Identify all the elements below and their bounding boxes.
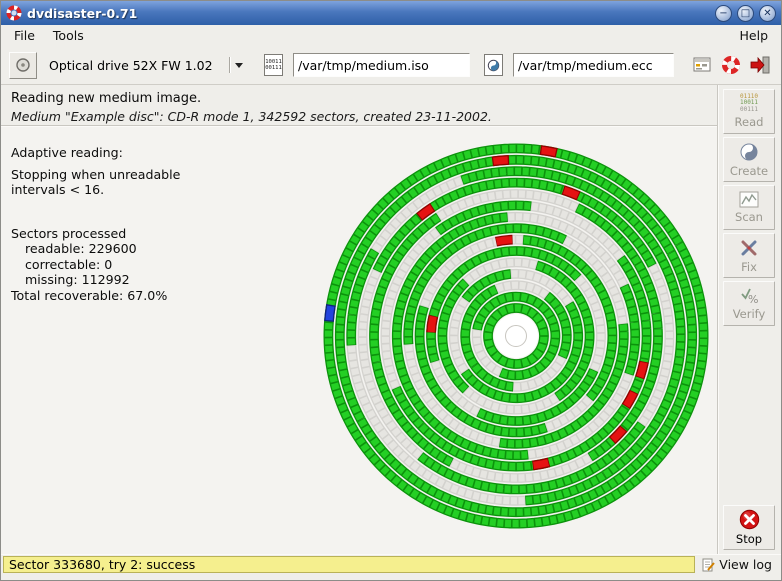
fix-button[interactable]: Fix xyxy=(723,233,775,278)
read-label: Read xyxy=(734,115,764,130)
view-log-button[interactable]: View log xyxy=(697,555,781,574)
drive-button[interactable] xyxy=(9,51,37,79)
verify-button[interactable]: % Verify xyxy=(723,281,775,326)
dvdisaster-window: dvdisaster-0.71 − □ ✕ File Tools Help Op… xyxy=(0,0,782,581)
create-button[interactable]: Create xyxy=(723,137,775,182)
scan-icon xyxy=(739,191,759,208)
image-file-icon: 10011 00111 xyxy=(264,54,283,76)
view-log-icon xyxy=(702,558,716,571)
scan-button[interactable]: Scan xyxy=(723,185,775,230)
ecc-file-icon xyxy=(484,54,503,76)
preferences-icon xyxy=(693,57,711,72)
statusbar: Sector 333680, try 2: success View log xyxy=(1,554,781,574)
close-button[interactable]: ✕ xyxy=(759,4,776,22)
menu-help[interactable]: Help xyxy=(731,26,778,45)
menubar: File Tools Help xyxy=(1,25,781,46)
sectors-heading: Sectors processed xyxy=(11,225,127,241)
image-file-icon-bits-2: 00111 xyxy=(265,65,282,71)
create-icon xyxy=(740,143,758,160)
view-log-label: View log xyxy=(719,557,772,572)
sectors-missing: missing: 112992 xyxy=(25,272,130,287)
chevron-down-icon xyxy=(235,62,243,68)
sectors-readable: readable: 229600 xyxy=(25,241,137,256)
svg-text:%: % xyxy=(748,293,758,305)
preferences-button[interactable] xyxy=(689,51,715,79)
image-file-button[interactable]: 10011 00111 xyxy=(260,51,287,80)
action-sidebar: 01110 10011 00111 Read Create Scan Fix %… xyxy=(722,89,776,550)
status-line-1: Reading new medium image. xyxy=(11,91,202,106)
titlebar[interactable]: dvdisaster-0.71 − □ ✕ xyxy=(1,1,781,25)
status-bar-message: Sector 333680, try 2: success xyxy=(3,556,696,573)
verify-label: Verify xyxy=(732,307,766,321)
stop-button[interactable]: Stop xyxy=(723,505,775,550)
status-line-2: Medium "Example disc": CD-R mode 1, 3425… xyxy=(11,109,492,124)
ecc-path-input[interactable] xyxy=(513,53,674,77)
status-messages: Reading new medium image. Medium "Exampl… xyxy=(1,85,717,124)
stopping-line-2: intervals < 16. xyxy=(11,182,105,197)
stop-icon xyxy=(739,509,759,530)
help-button[interactable] xyxy=(718,51,744,79)
vertical-separator xyxy=(717,85,719,554)
maximize-button[interactable]: □ xyxy=(737,4,754,22)
sectors-correctable: correctable: 0 xyxy=(25,256,113,272)
fix-icon xyxy=(741,240,757,255)
adaptive-heading: Adaptive reading: xyxy=(11,145,123,160)
exit-icon xyxy=(750,56,770,74)
stop-label: Stop xyxy=(735,532,763,546)
combo-separator xyxy=(229,57,230,73)
stopping-line-1: Stopping when unreadable xyxy=(11,166,181,182)
main-area: Adaptive reading: Stopping when unreadab… xyxy=(1,127,717,554)
reading-info-panel: Adaptive reading: Stopping when unreadab… xyxy=(11,145,180,303)
drive-icon xyxy=(16,58,30,72)
quit-button[interactable] xyxy=(747,51,773,79)
ecc-file-button[interactable] xyxy=(480,51,507,80)
scan-label: Scan xyxy=(735,210,763,224)
menu-file[interactable]: File xyxy=(5,26,44,45)
drive-select[interactable]: Optical drive 52X FW 1.02 xyxy=(42,52,250,78)
minimize-button[interactable]: − xyxy=(715,4,732,22)
verify-icon: % xyxy=(741,288,758,305)
menu-tools[interactable]: Tools xyxy=(44,26,93,45)
fix-label: Fix xyxy=(741,259,757,274)
window-title: dvdisaster-0.71 xyxy=(27,5,138,21)
toolbar: Optical drive 52X FW 1.02 10011 00111 xyxy=(1,46,781,85)
lifebuoy-icon xyxy=(722,56,740,74)
read-button[interactable]: 01110 10011 00111 Read xyxy=(723,89,775,134)
read-icon: 01110 10011 00111 xyxy=(739,93,759,114)
total-recoverable: Total recoverable: 67.0% xyxy=(11,287,168,303)
create-label: Create xyxy=(729,163,769,178)
read-icon-bits-3: 00111 xyxy=(739,105,759,113)
drive-select-value: Optical drive 52X FW 1.02 xyxy=(49,57,213,73)
image-path-input[interactable] xyxy=(293,53,470,77)
app-icon xyxy=(6,5,22,21)
